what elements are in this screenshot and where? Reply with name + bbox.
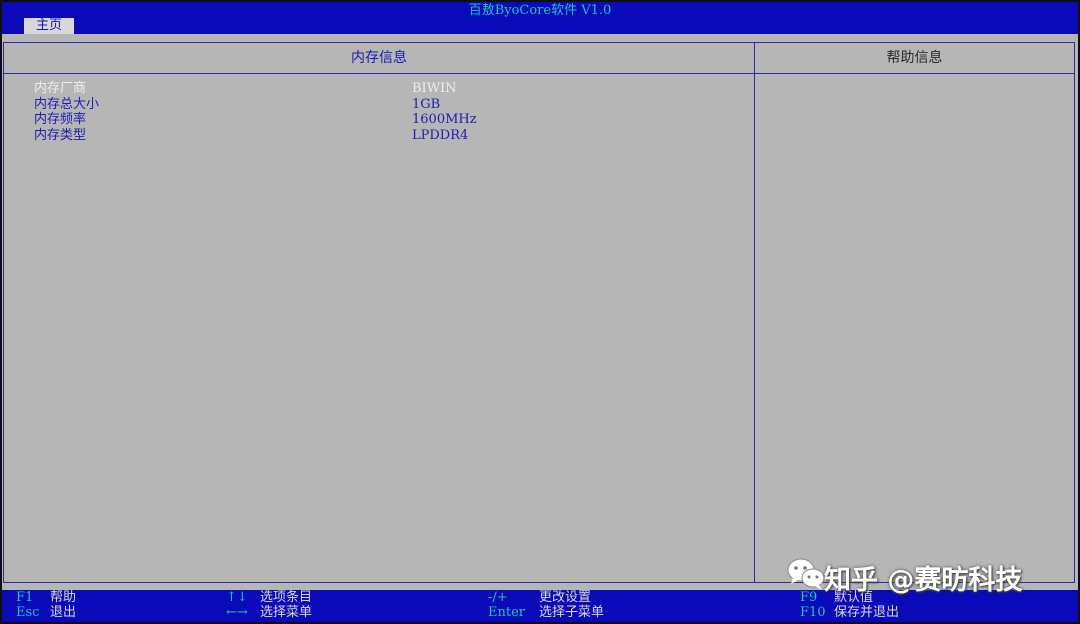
memory-type-value: LPDDR4 [412,127,469,143]
key-minus-plus: -/+ [488,590,508,605]
key-enter-desc: 选择子菜单 [539,605,605,620]
key-minus-plus-desc: 更改设置 [539,590,592,605]
app-title: 百敖ByoCore软件 V1.0 [468,3,612,18]
memory-info-panel: 内存信息 内存厂商 BIWIN 内存总大小 1GB 内存频率 1600MHz 内… [3,42,755,583]
key-esc-desc: 退出 [50,605,77,620]
memory-size-value: 1GB [412,96,441,112]
memory-info-title: 内存信息 [4,43,754,74]
memory-size-label: 内存总大小 [34,96,100,112]
key-left-right-desc: 选择菜单 [260,605,313,620]
key-f9: F9 [800,590,818,605]
watermark-text: 知乎 @赛昉科技 [824,565,1023,596]
memory-vendor-value: BIWIN [412,81,457,96]
key-f10-desc: 保存并退出 [834,605,900,620]
memory-frequency-value: 1600MHz [412,112,477,127]
help-info-title: 帮助信息 [755,43,1074,74]
key-f10: F10 [800,605,826,620]
key-f1: F1 [16,590,34,605]
bios-screen: 百敖ByoCore软件 V1.0 主页 内存信息 内存厂商 BIWIN 内存总大… [2,2,1078,622]
title-bar: 百敖ByoCore软件 V1.0 主页 [2,2,1078,34]
key-f1-desc: 帮助 [50,590,77,605]
help-info-panel: 帮助信息 [754,42,1075,583]
key-up-down-desc: 选项条目 [260,590,313,605]
memory-vendor-label: 内存厂商 [34,81,87,96]
memory-frequency-label: 内存频率 [34,112,87,127]
key-esc: Esc [16,605,40,620]
key-up-down: ↑↓ [226,590,248,605]
wechat-icon [787,558,825,590]
key-left-right: ←→ [226,605,248,620]
tab-main[interactable]: 主页 [24,18,74,34]
key-enter: Enter [488,605,525,620]
memory-type-label: 内存类型 [34,127,87,143]
